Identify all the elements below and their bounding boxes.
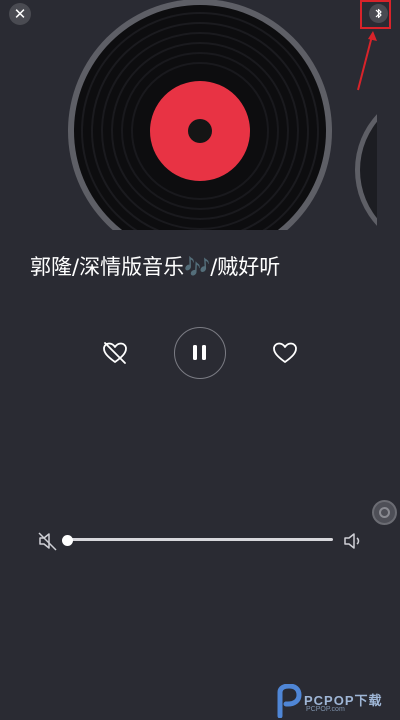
heart-icon (273, 342, 297, 363)
heart-broken-icon (103, 342, 127, 364)
volume-mute-button[interactable] (37, 530, 59, 552)
close-icon: ✕ (13, 5, 27, 23)
volume-mute-icon (38, 532, 57, 551)
watermark-subtext: PCPOP.com (306, 706, 345, 713)
like-button[interactable] (270, 338, 300, 368)
floating-assist-button[interactable] (372, 500, 397, 525)
song-title: 郭隆/深情版音乐🎶/贼好听 (30, 255, 281, 279)
floating-assist-icon (379, 507, 390, 518)
volume-max-button[interactable] (342, 530, 364, 552)
pause-icon (193, 345, 206, 360)
annotation-highlight-box (360, 0, 391, 29)
next-album-disc (297, 80, 377, 260)
dislike-button[interactable] (100, 338, 130, 368)
volume-up-icon (344, 533, 360, 549)
volume-slider-thumb[interactable] (62, 535, 73, 546)
pause-button[interactable] (174, 327, 226, 379)
watermark-logo-icon (277, 684, 302, 718)
close-button[interactable]: ✕ (9, 3, 31, 25)
watermark: PCPOP下载 PCPOP.com (276, 684, 400, 720)
volume-slider-track[interactable] (66, 538, 333, 541)
